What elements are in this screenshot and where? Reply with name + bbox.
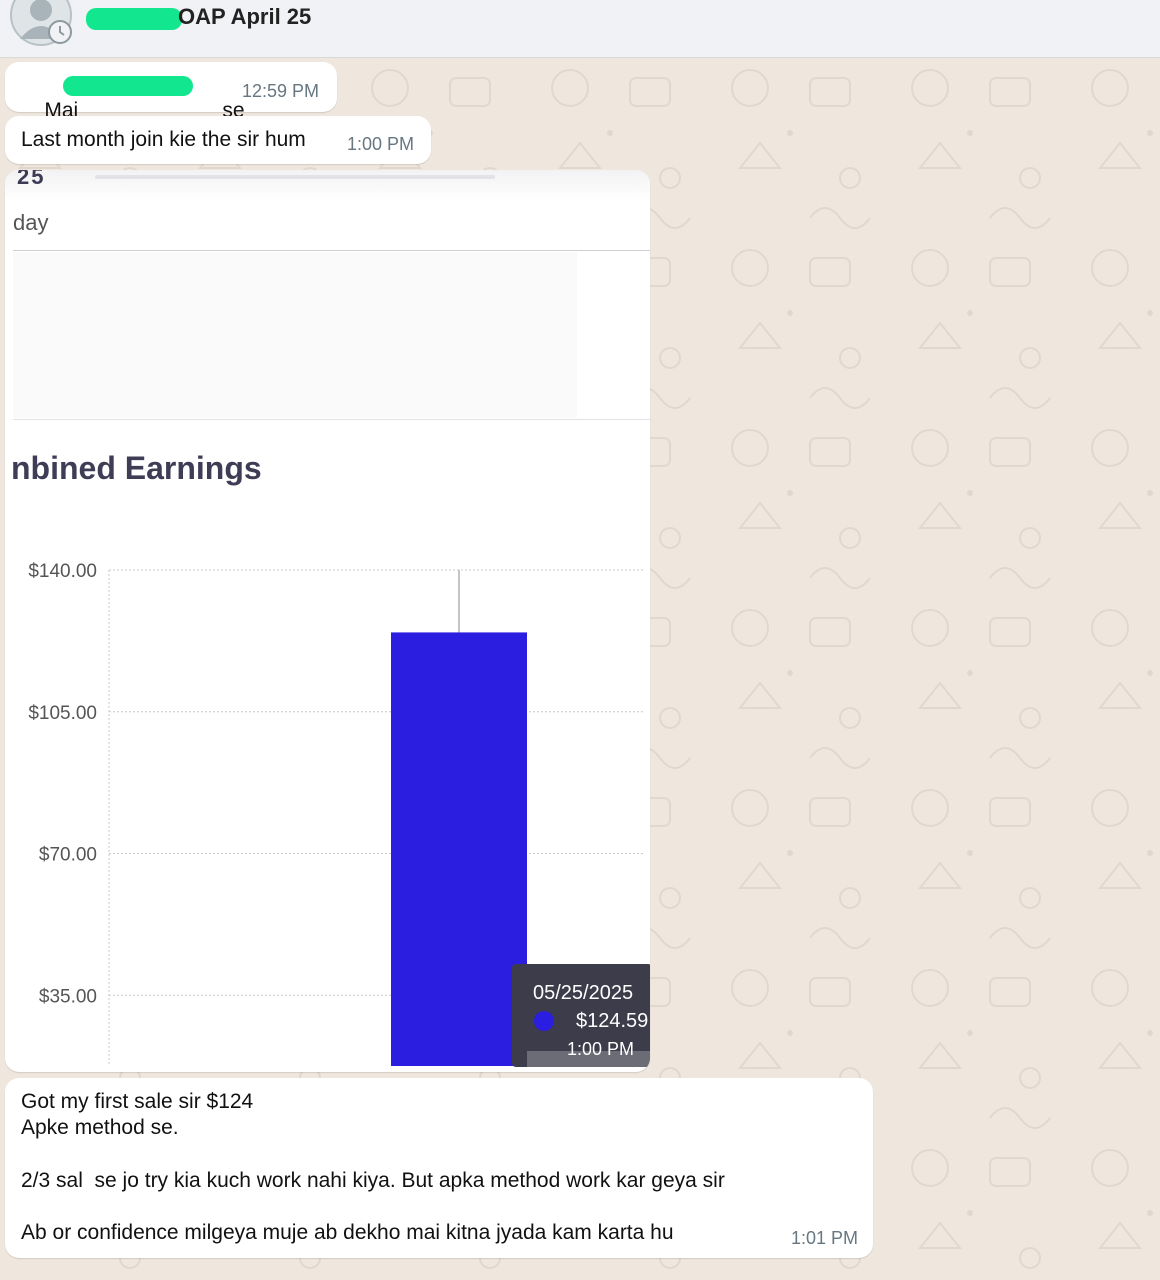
- group-avatar-icon[interactable]: [10, 0, 72, 46]
- chat-header[interactable]: OAP April 25: [0, 0, 1160, 58]
- image-message[interactable]: 25 day nbined Earnings $35.00 $70.00 $105.…: [5, 170, 650, 1072]
- message-bubble[interactable]: Last month join kie the sir hum 1:00 PM: [5, 116, 431, 164]
- tooltip-series-dot: [534, 1011, 554, 1031]
- chart-heading: nbined Earnings: [11, 450, 262, 486]
- screenshot-date-number: 25: [17, 170, 46, 189]
- message-bubble[interactable]: Got my first sale sir $124 Apke method s…: [5, 1078, 873, 1258]
- message-bubble[interactable]: Mai se 12:59 PM: [5, 62, 337, 122]
- message-line: Apke method se.: [21, 1116, 179, 1139]
- screenshot-day-label: day: [13, 210, 49, 235]
- message-text: Last month join kie the sir hum: [21, 128, 306, 151]
- screenshot-blank-panel: [13, 252, 577, 418]
- message-timestamp: 1:00 PM: [347, 134, 415, 154]
- bar-05/25/2025: [391, 632, 527, 1066]
- chart-tooltip: 05/25/2025 $124.59 1:00 PM: [512, 964, 650, 1067]
- tooltip-date: 05/25/2025: [533, 982, 634, 1004]
- tooltip-value: $124.59: [576, 1010, 649, 1032]
- y-tick-label: $35.00: [39, 986, 97, 1007]
- message-timestamp: 12:59 PM: [242, 81, 320, 101]
- divider: [13, 419, 650, 420]
- screenshot-top-area: [5, 170, 650, 248]
- divider: [95, 175, 495, 179]
- message-line: Got my first sale sir $124: [21, 1090, 254, 1113]
- tooltip-time: 1:00 PM: [567, 1039, 635, 1059]
- y-tick-label: $140.00: [28, 561, 97, 582]
- message-line: Ab or confidence milgeya muje ab dekho m…: [21, 1221, 674, 1244]
- message-timestamp: 1:01 PM: [791, 1228, 859, 1248]
- y-tick-label: $70.00: [39, 845, 97, 866]
- chat-title[interactable]: OAP April 25: [178, 4, 311, 30]
- redaction-mark: [63, 76, 193, 96]
- y-tick-label: $105.00: [28, 703, 97, 724]
- redaction-mark: [86, 8, 182, 30]
- message-line: 2/3 sal se jo try kia kuch work nahi kiy…: [21, 1169, 725, 1192]
- divider: [13, 250, 650, 251]
